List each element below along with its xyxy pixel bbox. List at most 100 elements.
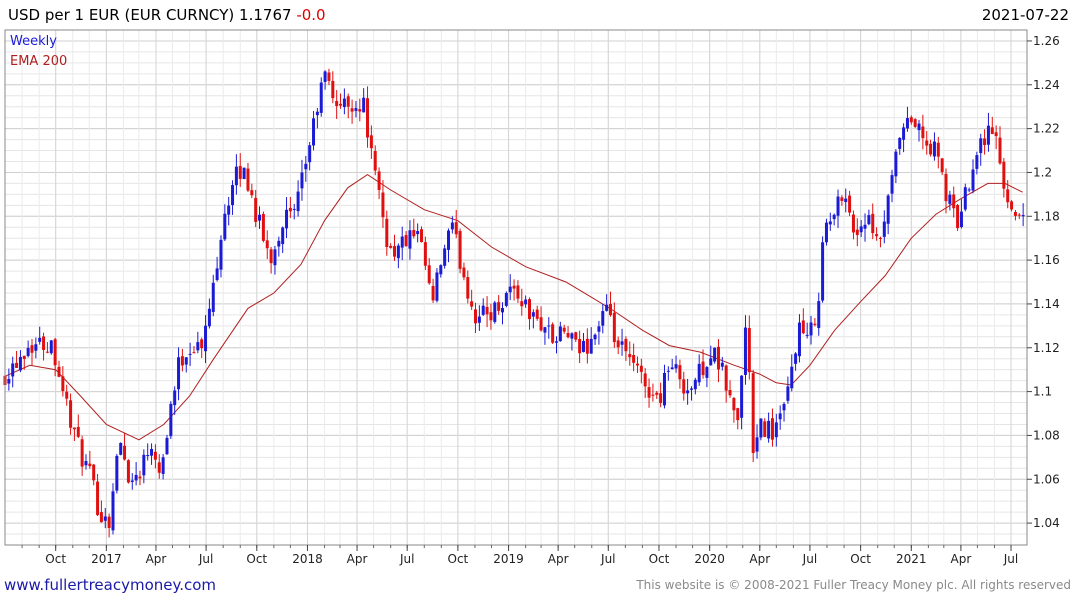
candle-body	[65, 391, 69, 399]
candle-body	[223, 213, 227, 240]
candle-body	[782, 403, 786, 411]
candle-body	[790, 366, 794, 389]
site-link[interactable]: www.fullertreacymoney.com	[4, 576, 216, 594]
candle-body	[211, 282, 215, 312]
candle-body	[454, 222, 458, 235]
ytick-label: 1.14	[1033, 297, 1060, 311]
candle-body	[157, 462, 161, 473]
candle-body	[304, 163, 308, 170]
candle-body	[975, 155, 979, 169]
candle-body	[755, 437, 759, 452]
candle-body	[466, 277, 470, 299]
candle-body	[423, 242, 427, 266]
candle-body	[277, 240, 281, 247]
candle-body	[130, 480, 134, 482]
candle-body	[412, 229, 416, 237]
candle-body	[254, 197, 258, 222]
candle-body	[844, 198, 848, 203]
candle-body	[917, 123, 921, 131]
candle-body	[342, 98, 346, 107]
candle-body	[431, 285, 435, 301]
ytick-label: 1.04	[1033, 516, 1060, 530]
candle-body	[878, 237, 882, 239]
candle-body	[817, 301, 821, 328]
candle-body	[682, 379, 686, 394]
candle-body	[693, 379, 697, 390]
ytick-label: 1.16	[1033, 253, 1060, 267]
candle-body	[929, 143, 933, 155]
candle-body	[863, 224, 867, 229]
candle-body	[420, 229, 424, 243]
candle-body	[53, 339, 57, 366]
candle-body	[119, 442, 123, 455]
xtick-label: 2019	[493, 552, 524, 566]
candle-body	[396, 245, 400, 259]
candle-body	[527, 299, 531, 320]
candle-body	[15, 362, 19, 368]
candle-body	[45, 351, 49, 353]
candle-body	[92, 464, 96, 481]
legend-item: Weekly	[10, 34, 57, 49]
ytick-label: 1.24	[1033, 78, 1060, 92]
candle-body	[57, 366, 61, 377]
candle-body	[173, 390, 177, 406]
candle-body	[458, 230, 462, 269]
candle-body	[832, 214, 836, 220]
candle-body	[323, 71, 327, 82]
ytick-label: 1.22	[1033, 122, 1060, 136]
candle-body	[1017, 214, 1021, 216]
candle-body	[882, 221, 886, 237]
candle-body	[200, 339, 204, 349]
candle-body	[593, 334, 597, 340]
candle-body	[485, 306, 489, 315]
xtick-label: 2020	[694, 552, 725, 566]
candle-body	[551, 324, 555, 343]
candle-body	[204, 325, 208, 352]
candle-body	[898, 137, 902, 149]
candle-body	[443, 248, 447, 266]
candle-body	[778, 413, 782, 420]
candle-body	[146, 455, 150, 457]
candle-body	[867, 215, 871, 225]
candle-body	[963, 187, 967, 210]
candle-body	[979, 138, 983, 154]
candle-body	[905, 118, 909, 129]
xtick-label: 2018	[292, 552, 323, 566]
candle-body	[959, 211, 963, 228]
candle-body	[732, 397, 736, 411]
candle-body	[497, 302, 501, 311]
xtick-label: Jul	[802, 552, 817, 566]
candle-body	[1010, 201, 1014, 210]
legend-item: EMA 200	[10, 54, 67, 69]
candle-body	[940, 158, 944, 173]
candle-body	[107, 516, 111, 529]
candle-body	[716, 346, 720, 370]
candle-body	[400, 236, 404, 248]
candle-body	[339, 103, 343, 106]
candle-body	[875, 234, 879, 237]
candle-body	[501, 308, 505, 313]
candle-body	[477, 316, 481, 323]
candle-body	[196, 342, 200, 351]
candle-body	[504, 292, 508, 306]
candle-body	[134, 474, 138, 481]
candle-body	[794, 353, 798, 364]
candle-body	[767, 420, 771, 439]
candle-body	[805, 334, 809, 336]
candle-body	[231, 185, 235, 206]
candle-body	[543, 327, 547, 333]
candle-body	[562, 327, 566, 332]
candle-body	[381, 192, 385, 218]
candle-body	[96, 481, 100, 516]
candle-body	[662, 373, 666, 406]
candle-body	[362, 97, 366, 113]
candle-body	[894, 151, 898, 177]
candle-body	[1021, 215, 1025, 217]
candle-body	[956, 205, 960, 229]
candle-body	[138, 476, 142, 479]
candle-body	[350, 108, 354, 112]
candle-body	[597, 326, 601, 332]
xtick-label: 2021	[896, 552, 927, 566]
candle-body	[986, 125, 990, 145]
candle-body	[952, 194, 956, 209]
